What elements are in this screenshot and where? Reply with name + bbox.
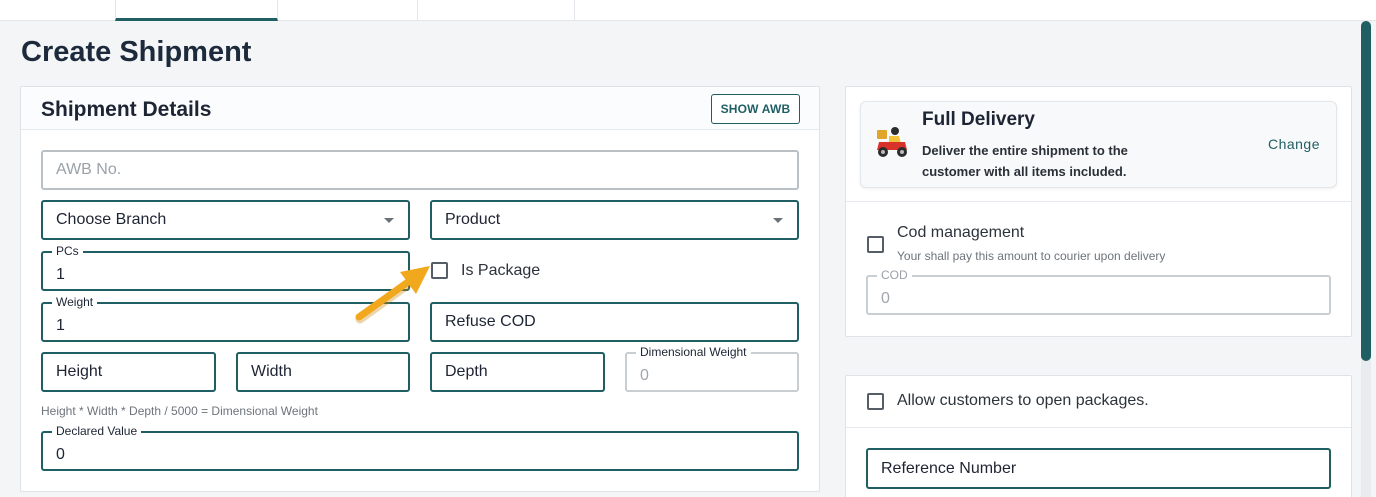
awb-placeholder: AWB No.	[56, 161, 122, 178]
declared-value-input[interactable]: Declared Value 0	[41, 424, 799, 471]
product-select[interactable]: Product	[430, 200, 799, 240]
reference-number-value: Reference Number	[881, 459, 1017, 477]
pcs-value: 1	[56, 265, 65, 283]
scrollbar-thumb[interactable]	[1361, 21, 1371, 361]
cod-field-label: COD	[877, 268, 912, 282]
depth-value: Depth	[445, 363, 488, 380]
tab-create-shipment[interactable]	[115, 0, 278, 21]
delivery-title: Full Delivery	[922, 109, 1035, 130]
weight-label: Weight	[52, 295, 98, 309]
width-input[interactable]: Width	[236, 352, 410, 392]
declared-value-label: Declared Value	[52, 424, 142, 438]
dimensional-weight-label: Dimensional Weight	[636, 345, 751, 359]
chevron-down-icon	[384, 218, 394, 223]
dimensional-weight-value: 0	[640, 366, 649, 384]
refuse-cod-value: Refuse COD	[445, 313, 536, 330]
arrow-annotation-icon	[355, 266, 430, 324]
is-package-label: Is Package	[461, 262, 541, 279]
dimensional-weight-input: Dimensional Weight 0	[625, 345, 799, 392]
chevron-down-icon	[773, 218, 783, 223]
allow-open-packages-label: Allow customers to open packages.	[897, 392, 1149, 409]
width-value: Width	[251, 363, 292, 380]
refuse-cod-input[interactable]: Refuse COD	[430, 302, 799, 342]
scrollbar[interactable]	[1361, 21, 1371, 497]
cod-management-checkbox[interactable]	[867, 236, 884, 253]
branch-select[interactable]: Choose Branch	[41, 200, 410, 240]
cod-field-value: 0	[881, 289, 890, 307]
cod-input: COD 0	[866, 268, 1331, 315]
divider	[846, 201, 1351, 202]
tab-third[interactable]	[418, 0, 575, 21]
awb-input[interactable]: AWB No.	[41, 150, 799, 190]
tab-strip	[0, 0, 1376, 21]
tab-second[interactable]	[278, 0, 418, 21]
show-awb-button[interactable]: SHOW AWB	[711, 94, 800, 124]
divider	[846, 427, 1351, 428]
change-delivery-link[interactable]: Change	[1268, 136, 1320, 152]
page-title: Create Shipment	[21, 36, 252, 68]
reference-number-input[interactable]: Reference Number	[866, 448, 1331, 489]
cod-management-hint: Your shall pay this amount to courier up…	[897, 249, 1166, 263]
weight-value: 1	[56, 316, 65, 334]
delivery-description: Deliver the entire shipment to the custo…	[922, 143, 1128, 179]
dimensional-weight-formula: Height * Width * Depth / 5000 = Dimensio…	[41, 404, 318, 418]
depth-input[interactable]: Depth	[430, 352, 605, 392]
allow-open-packages-checkbox[interactable]	[867, 393, 884, 410]
product-select-value: Product	[445, 211, 501, 228]
is-package-checkbox[interactable]	[431, 262, 448, 279]
pcs-label: PCs	[52, 244, 83, 258]
height-value: Height	[56, 363, 103, 380]
full-delivery-box: Full Delivery Deliver the entire shipmen…	[860, 101, 1337, 188]
delivery-scooter-icon	[877, 127, 907, 157]
card-title: Shipment Details	[41, 98, 212, 121]
card-header: Shipment Details SHOW AWB	[21, 87, 819, 130]
branch-select-value: Choose Branch	[56, 211, 167, 228]
height-input[interactable]: Height	[41, 352, 216, 392]
cod-management-label: Cod management	[897, 224, 1025, 241]
declared-value-value: 0	[56, 445, 65, 463]
